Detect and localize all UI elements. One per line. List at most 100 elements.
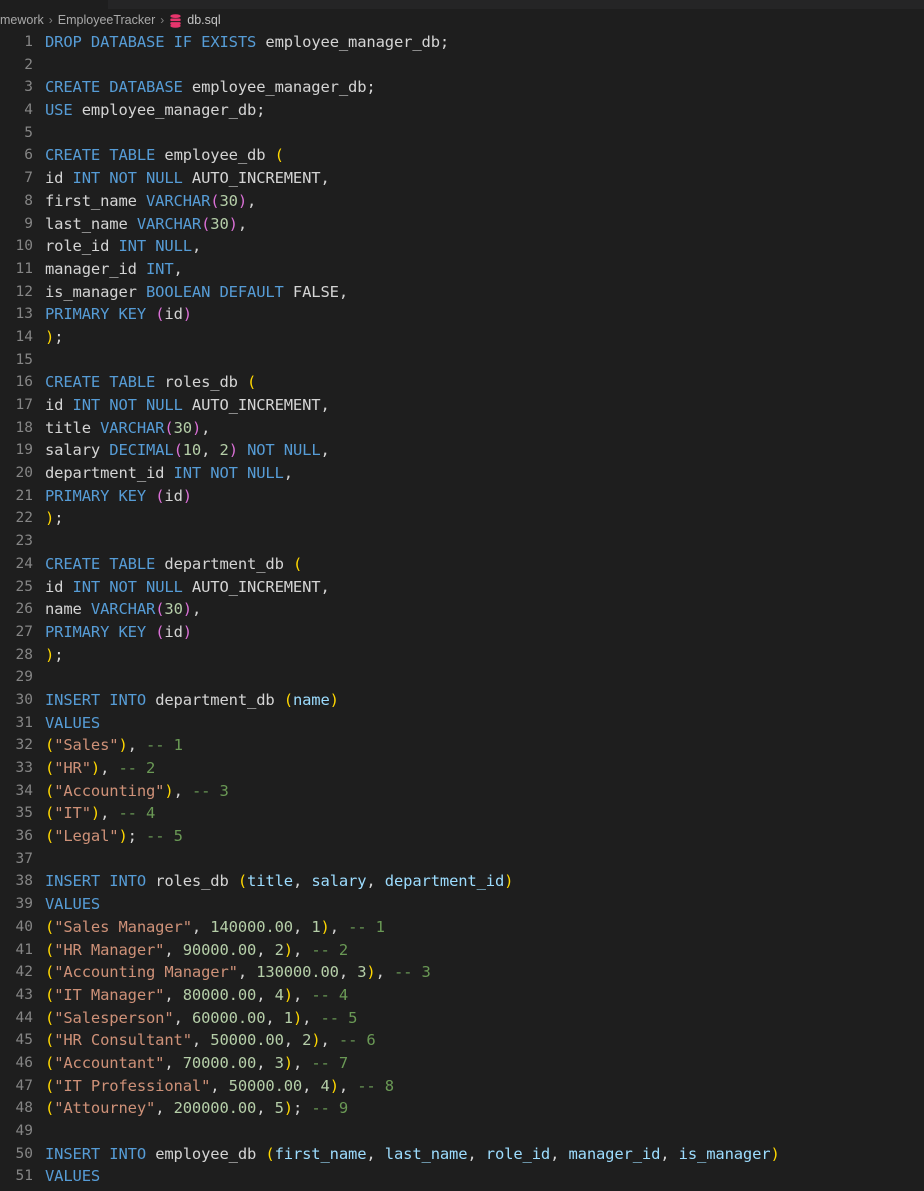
token-id: , (173, 259, 183, 278)
line-number: 33 (15, 760, 33, 776)
line-number: 5 (24, 124, 33, 141)
code-line[interactable]: 35 ("IT"), -- 4 (0, 802, 924, 825)
token-br1: ( (247, 373, 257, 392)
token-id (100, 373, 109, 391)
token-br1: ) (118, 736, 128, 755)
code-line[interactable]: 37 (0, 848, 924, 871)
token-id: , (201, 418, 211, 437)
code-line[interactable]: 42 ("Accounting Manager", 130000.00, 3), … (0, 961, 924, 984)
code-line[interactable]: 43 ("IT Manager", 80000.00, 4), -- 4 (0, 984, 924, 1007)
code-line[interactable]: 50 INSERT INTO employee_db (first_name, l… (0, 1143, 924, 1166)
token-id: , (292, 1053, 312, 1072)
code-line[interactable]: 39 VALUES (0, 893, 924, 916)
code-line[interactable]: 32 ("Sales"), -- 1 (0, 734, 924, 757)
code-line-content: role_id INT NULL, (45, 235, 201, 258)
code-line[interactable]: 34 ("Accounting"), -- 3 (0, 780, 924, 803)
line-number: 34 (15, 782, 33, 799)
token-id (146, 623, 155, 641)
code-line[interactable]: 7 id INT NOT NULL AUTO_INCREMENT, (0, 167, 924, 190)
code-line[interactable]: 29 (0, 666, 924, 689)
code-line[interactable]: 51 VALUES (0, 1165, 924, 1188)
code-line[interactable]: 1 DROP DATABASE IF EXISTS employee_manage… (0, 31, 924, 54)
code-line[interactable]: 3 CREATE DATABASE employee_manager_db; (0, 76, 924, 99)
token-str: "IT Professional" (54, 1076, 211, 1095)
token-id: employee_manager_db; (72, 101, 266, 120)
breadcrumb-file-name: db.sql (187, 13, 221, 27)
code-line[interactable]: 13 PRIMARY KEY (id) (0, 303, 924, 326)
token-kw: VARCHAR (90, 600, 156, 619)
token-cmt: -- 6 (338, 1031, 376, 1050)
code-line[interactable]: 47 ("IT Professional", 50000.00, 4), -- 8 (0, 1075, 924, 1098)
code-line[interactable]: 45 ("HR Consultant", 50000.00, 2), -- 6 (0, 1029, 924, 1052)
code-line[interactable]: 38 INSERT INTO roles_db (title, salary, d… (0, 870, 924, 893)
token-id: , (155, 1099, 174, 1118)
token-id (100, 578, 109, 596)
line-number: 36 (15, 828, 33, 845)
code-line[interactable]: 26 name VARCHAR(30), (0, 598, 924, 621)
code-line[interactable]: 11 manager_id INT, (0, 258, 924, 281)
code-line[interactable]: 12 is_manager BOOLEAN DEFAULT FALSE, (0, 281, 924, 304)
token-br2: ) (228, 214, 238, 233)
token-col: salary (311, 872, 367, 891)
breadcrumb-item-employeetracker[interactable]: EmployeeTracker (58, 13, 156, 27)
code-line[interactable]: 15 (0, 349, 924, 372)
token-id: , (265, 1008, 284, 1027)
code-line[interactable]: 5 (0, 122, 924, 145)
line-number: 3 (24, 79, 33, 96)
token-br1: ( (237, 872, 248, 891)
code-line-content: ("HR Consultant", 50000.00, 2), -- 6 (45, 1029, 376, 1052)
code-line[interactable]: 41 ("HR Manager", 90000.00, 2), -- 2 (0, 939, 924, 962)
code-line-content: is_manager BOOLEAN DEFAULT FALSE, (45, 281, 348, 304)
code-line[interactable]: 31 VALUES (0, 712, 924, 735)
code-line[interactable]: 8 first_name VARCHAR(30), (0, 190, 924, 213)
code-line[interactable]: 40 ("Sales Manager", 140000.00, 1), -- 1 (0, 916, 924, 939)
token-cmt: -- 4 (311, 985, 349, 1004)
active-tab-stub[interactable] (0, 0, 108, 9)
code-editor[interactable]: 1 DROP DATABASE IF EXISTS employee_manage… (0, 31, 924, 1191)
code-line[interactable]: 21 PRIMARY KEY (id) (0, 485, 924, 508)
code-line[interactable]: 24 CREATE TABLE department_db ( (0, 553, 924, 576)
token-id: , (320, 1031, 339, 1050)
token-br1: ( (45, 759, 55, 777)
code-line[interactable]: 48 ("Attourney", 200000.00, 5); -- 9 (0, 1097, 924, 1120)
token-br2: ( (164, 418, 174, 437)
code-line[interactable]: 33 ("HR"), -- 2 (0, 757, 924, 780)
code-line[interactable]: 10 role_id INT NULL, (0, 235, 924, 258)
code-line[interactable]: 30 INSERT INTO department_db (name) (0, 689, 924, 712)
token-id: , (292, 872, 312, 891)
code-line[interactable]: 6 CREATE TABLE employee_db ( (0, 144, 924, 167)
code-line[interactable]: 2 (0, 54, 924, 77)
code-line[interactable]: 20 department_id INT NOT NULL, (0, 462, 924, 485)
code-line[interactable]: 4 USE employee_manager_db; (0, 99, 924, 122)
code-line[interactable]: 18 title VARCHAR(30), (0, 417, 924, 440)
code-line[interactable]: 16 CREATE TABLE roles_db ( (0, 371, 924, 394)
token-id: , (329, 917, 349, 936)
code-line-content: ("IT Manager", 80000.00, 4), -- 4 (45, 984, 348, 1007)
breadcrumb-item-folder-truncated[interactable]: mework (0, 13, 44, 27)
token-str: "Accounting Manager" (54, 963, 238, 982)
code-line[interactable]: 17 id INT NOT NULL AUTO_INCREMENT, (0, 394, 924, 417)
token-br2: ( (155, 622, 165, 641)
token-num: 130000.00 (256, 963, 339, 982)
code-line[interactable]: 27 PRIMARY KEY (id) (0, 621, 924, 644)
code-line[interactable]: 44 ("Salesperson", 60000.00, 1), -- 5 (0, 1007, 924, 1030)
token-num: 60000.00 (191, 1008, 266, 1027)
breadcrumb-item-file[interactable]: db.sql (169, 13, 221, 28)
code-line[interactable]: 25 id INT NOT NULL AUTO_INCREMENT, (0, 576, 924, 599)
token-id: employee_db (155, 146, 275, 165)
code-line[interactable]: 14); (0, 326, 924, 349)
code-line[interactable]: 9 last_name VARCHAR(30), (0, 213, 924, 236)
token-br1: ) (45, 645, 55, 664)
token-cmt: -- 3 (191, 781, 229, 800)
code-line[interactable]: 49 (0, 1120, 924, 1143)
token-str: "Legal" (54, 827, 119, 846)
code-line[interactable]: 46 ("Accountant", 70000.00, 3), -- 7 (0, 1052, 924, 1075)
code-line[interactable]: 28); (0, 644, 924, 667)
code-line[interactable]: 36 ("Legal"); -- 5 (0, 825, 924, 848)
token-kw: VARCHAR (136, 214, 202, 233)
code-line[interactable]: 22); (0, 507, 924, 530)
code-line-content: name VARCHAR(30), (45, 598, 201, 621)
code-line[interactable]: 23 (0, 530, 924, 553)
code-line-content: title VARCHAR(30), (45, 417, 210, 440)
code-line[interactable]: 19 salary DECIMAL(10, 2) NOT NULL, (0, 439, 924, 462)
